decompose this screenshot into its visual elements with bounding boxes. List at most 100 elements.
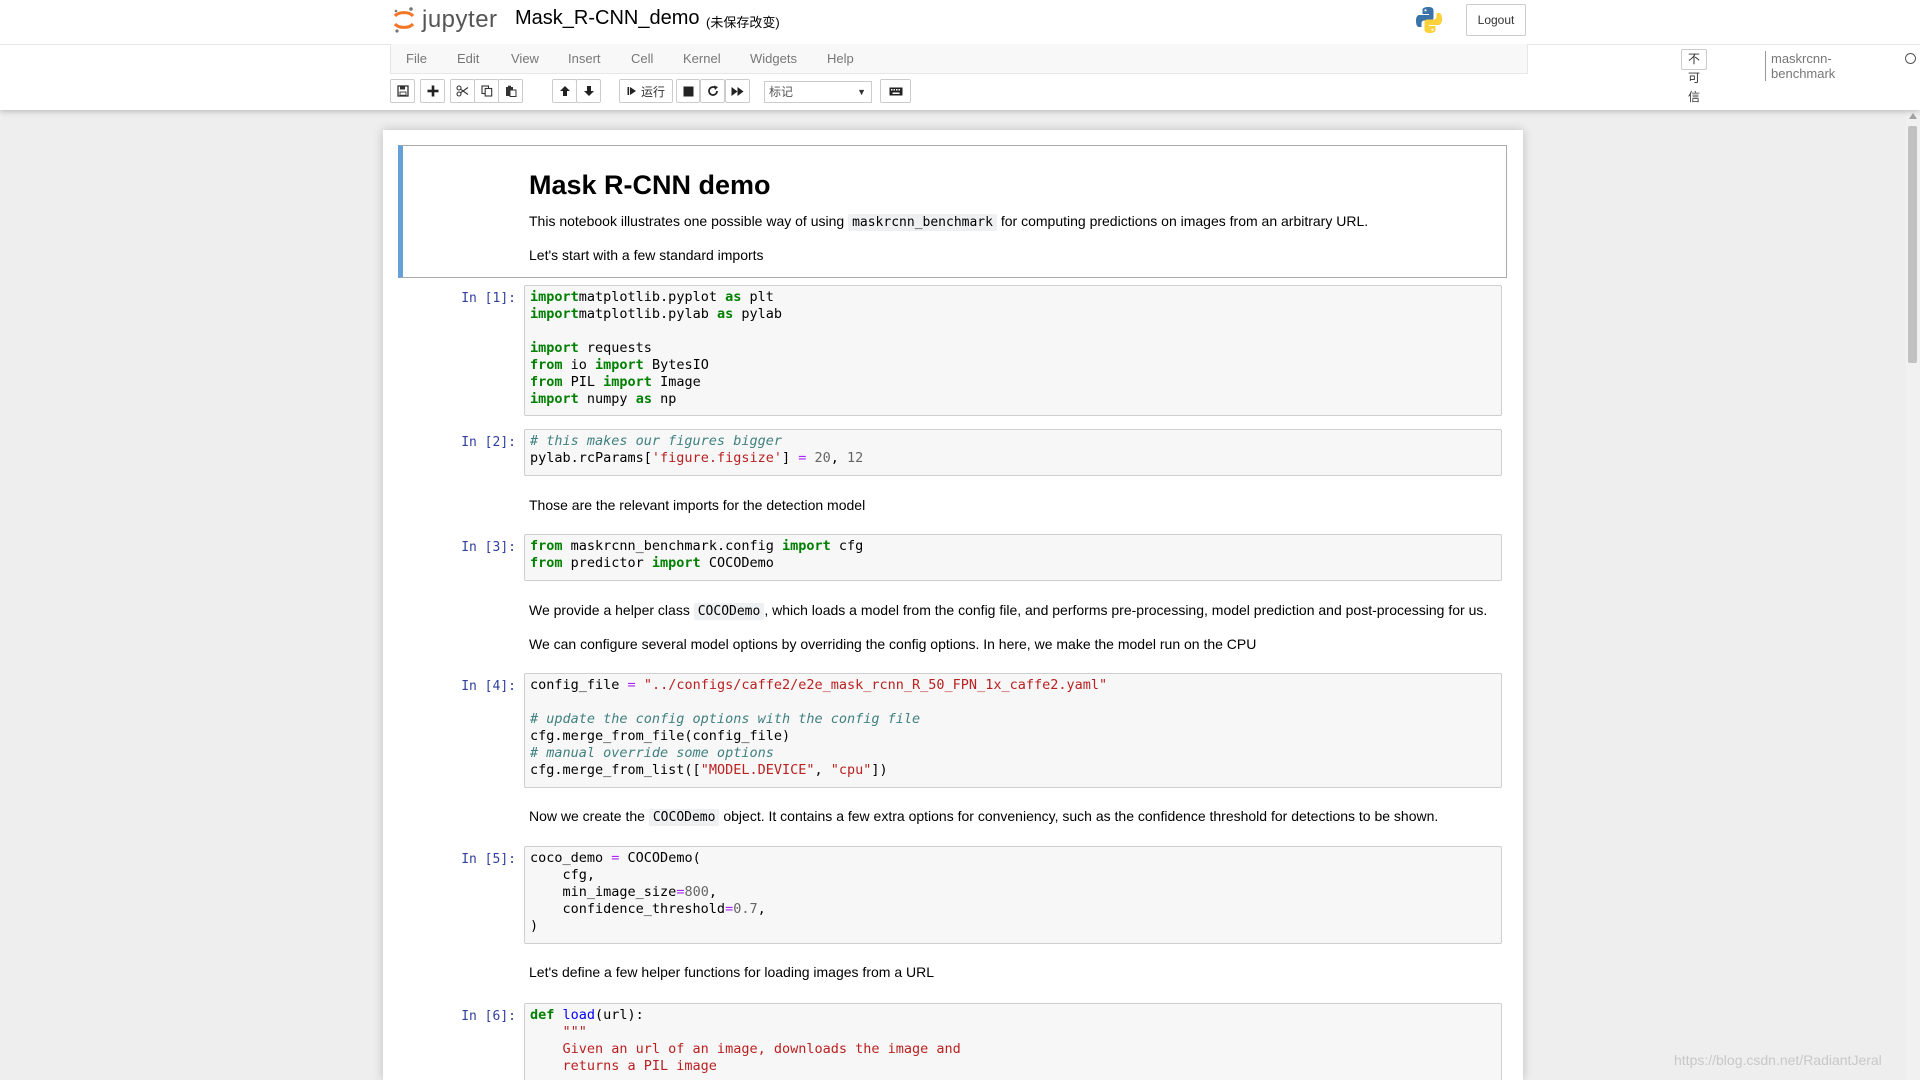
cell-prompt: In [6]:	[461, 1009, 516, 1024]
code-token: io	[562, 357, 596, 373]
intro-paragraph: This notebook illustrates one possible w…	[529, 213, 1369, 231]
code-token: coco_demo	[530, 850, 612, 866]
code-line: import numpy as np	[530, 391, 782, 408]
code-token: import	[651, 555, 701, 571]
cell-prompt: In [3]:	[461, 540, 516, 555]
code-cell[interactable]: coco_demo = COCODemo( cfg, min_image_siz…	[524, 846, 1502, 944]
inline-code: maskrcnn_benchmark	[848, 214, 997, 231]
menu-help[interactable]: Help	[827, 51, 854, 66]
jupyter-logo-text: jupyter	[422, 6, 498, 33]
code-token: from	[530, 357, 563, 373]
code-cell[interactable]: importmatplotlib.pyplot as plt importmatp…	[524, 285, 1502, 416]
cut-button[interactable]	[450, 79, 475, 103]
code-token: import	[530, 391, 579, 407]
code-token: cfg.merge_from_file(config_file)	[530, 728, 791, 744]
code-token: import	[530, 289, 579, 305]
code-line: cfg.merge_from_list(["MODEL.DEVICE", "cp…	[530, 762, 1107, 779]
restart-button[interactable]	[700, 79, 725, 103]
notebook-title: Mask R-CNN demo	[529, 170, 771, 200]
imports-note: Let's start with a few standard imports	[529, 247, 764, 263]
code-line: from predictor import COCODemo	[530, 555, 863, 572]
restart-run-all-button[interactable]	[725, 79, 750, 103]
scroll-up-arrow-icon[interactable]	[1909, 113, 1917, 119]
code-token: "cpu"	[830, 762, 872, 778]
jupyter-logo[interactable]: jupyter	[392, 5, 498, 35]
save-button[interactable]	[390, 79, 415, 103]
copy-button[interactable]	[474, 79, 499, 103]
menu-file[interactable]: File	[406, 51, 427, 66]
insert-cell-button[interactable]	[420, 79, 445, 103]
cell-prompt: In [4]:	[461, 679, 516, 694]
python-icon	[1416, 7, 1442, 33]
scrollbar-thumb[interactable]	[1908, 126, 1917, 363]
stop-icon	[683, 86, 693, 96]
interrupt-button[interactable]	[676, 79, 700, 103]
code-token: load	[562, 1007, 596, 1023]
logout-button[interactable]: Logout	[1466, 4, 1526, 36]
code-line: Given an url of an image, downloads the …	[530, 1041, 961, 1058]
kernel-idle-indicator-icon	[1905, 53, 1916, 64]
menu-kernel[interactable]: Kernel	[683, 51, 721, 66]
code-content: importmatplotlib.pyplot as plt importmatp…	[530, 289, 782, 408]
menu-cell[interactable]: Cell	[631, 51, 653, 66]
helper-paragraph: We provide a helper class COCODemo, whic…	[529, 602, 1488, 620]
code-token: confidence_threshold	[530, 901, 726, 917]
notebook-container: Mask R-CNN demo This notebook illustrate…	[383, 130, 1523, 1080]
cell-type-select[interactable]: 标记 ▼	[764, 81, 872, 103]
code-line: import requests	[530, 340, 782, 357]
code-token: (url):	[595, 1007, 644, 1023]
code-cell[interactable]: config_file = "../configs/caffe2/e2e_mas…	[524, 673, 1502, 788]
code-token: ,	[830, 450, 848, 466]
inline-code: COCODemo	[648, 809, 720, 826]
plus-icon	[427, 85, 438, 97]
code-line: cfg,	[530, 867, 766, 884]
code-token: ,	[814, 762, 831, 778]
code-token: COCODemo(	[619, 850, 701, 866]
code-token: pylab.rcParams[	[530, 450, 652, 466]
clipboard-icon	[505, 85, 516, 97]
menu-view[interactable]: View	[511, 51, 539, 66]
code-line: config_file = "../configs/caffe2/e2e_mas…	[530, 677, 1107, 694]
copy-icon	[480, 85, 492, 97]
code-token: import	[595, 357, 644, 373]
code-line: confidence_threshold=0.7,	[530, 901, 766, 918]
menubar: File Edit View Insert Cell Kernel Widget…	[390, 44, 1916, 104]
run-button[interactable]: 运行	[619, 79, 673, 103]
code-token: matplotlib.pylab	[578, 306, 717, 322]
code-token: # update the config options with the con…	[530, 711, 921, 727]
toolbar: 运行 标记 ▼	[390, 79, 1528, 105]
code-token: COCODemo	[700, 555, 774, 571]
move-up-button[interactable]	[552, 79, 577, 103]
code-token: predictor	[562, 555, 652, 571]
code-token: )	[530, 918, 539, 934]
code-token: config_file	[530, 677, 628, 693]
command-palette-button[interactable]	[880, 79, 911, 103]
code-line: from maskrcnn_benchmark.config import cf…	[530, 538, 863, 555]
trust-indicator[interactable]: 不可信	[1681, 49, 1708, 104]
code-cell[interactable]: from maskrcnn_benchmark.config import cf…	[524, 534, 1502, 581]
scissors-icon	[456, 85, 469, 97]
code-cell[interactable]: # this makes our figures bigger pylab.rcP…	[524, 429, 1502, 476]
cell-prompt: In [5]:	[461, 852, 516, 867]
page-scrollbar[interactable]	[1906, 110, 1920, 1080]
code-token: maskrcnn_benchmark.config	[562, 538, 782, 554]
jupyter-icon	[393, 7, 415, 33]
code-token: import	[603, 374, 652, 390]
code-token: import	[781, 538, 831, 554]
code-cell[interactable]: def load(url): """ Given an url of an im…	[524, 1003, 1502, 1080]
menu-edit[interactable]: Edit	[457, 51, 479, 66]
menu-widgets[interactable]: Widgets	[750, 51, 797, 66]
menu-insert[interactable]: Insert	[568, 51, 601, 66]
paste-button[interactable]	[498, 79, 523, 103]
code-token: pylab	[733, 306, 782, 322]
cell-prompt: In [2]:	[461, 435, 516, 450]
caret-down-icon: ▼	[857, 87, 866, 97]
code-token: 20	[814, 450, 831, 466]
run-button-label: 运行	[640, 84, 665, 99]
arrow-up-icon	[559, 86, 570, 96]
code-token: ,	[708, 884, 717, 900]
notebook-name[interactable]: Mask_R-CNN_demo	[515, 7, 700, 30]
move-down-button[interactable]	[576, 79, 601, 103]
code-token: Given an url of an image, downloads the …	[530, 1041, 961, 1057]
